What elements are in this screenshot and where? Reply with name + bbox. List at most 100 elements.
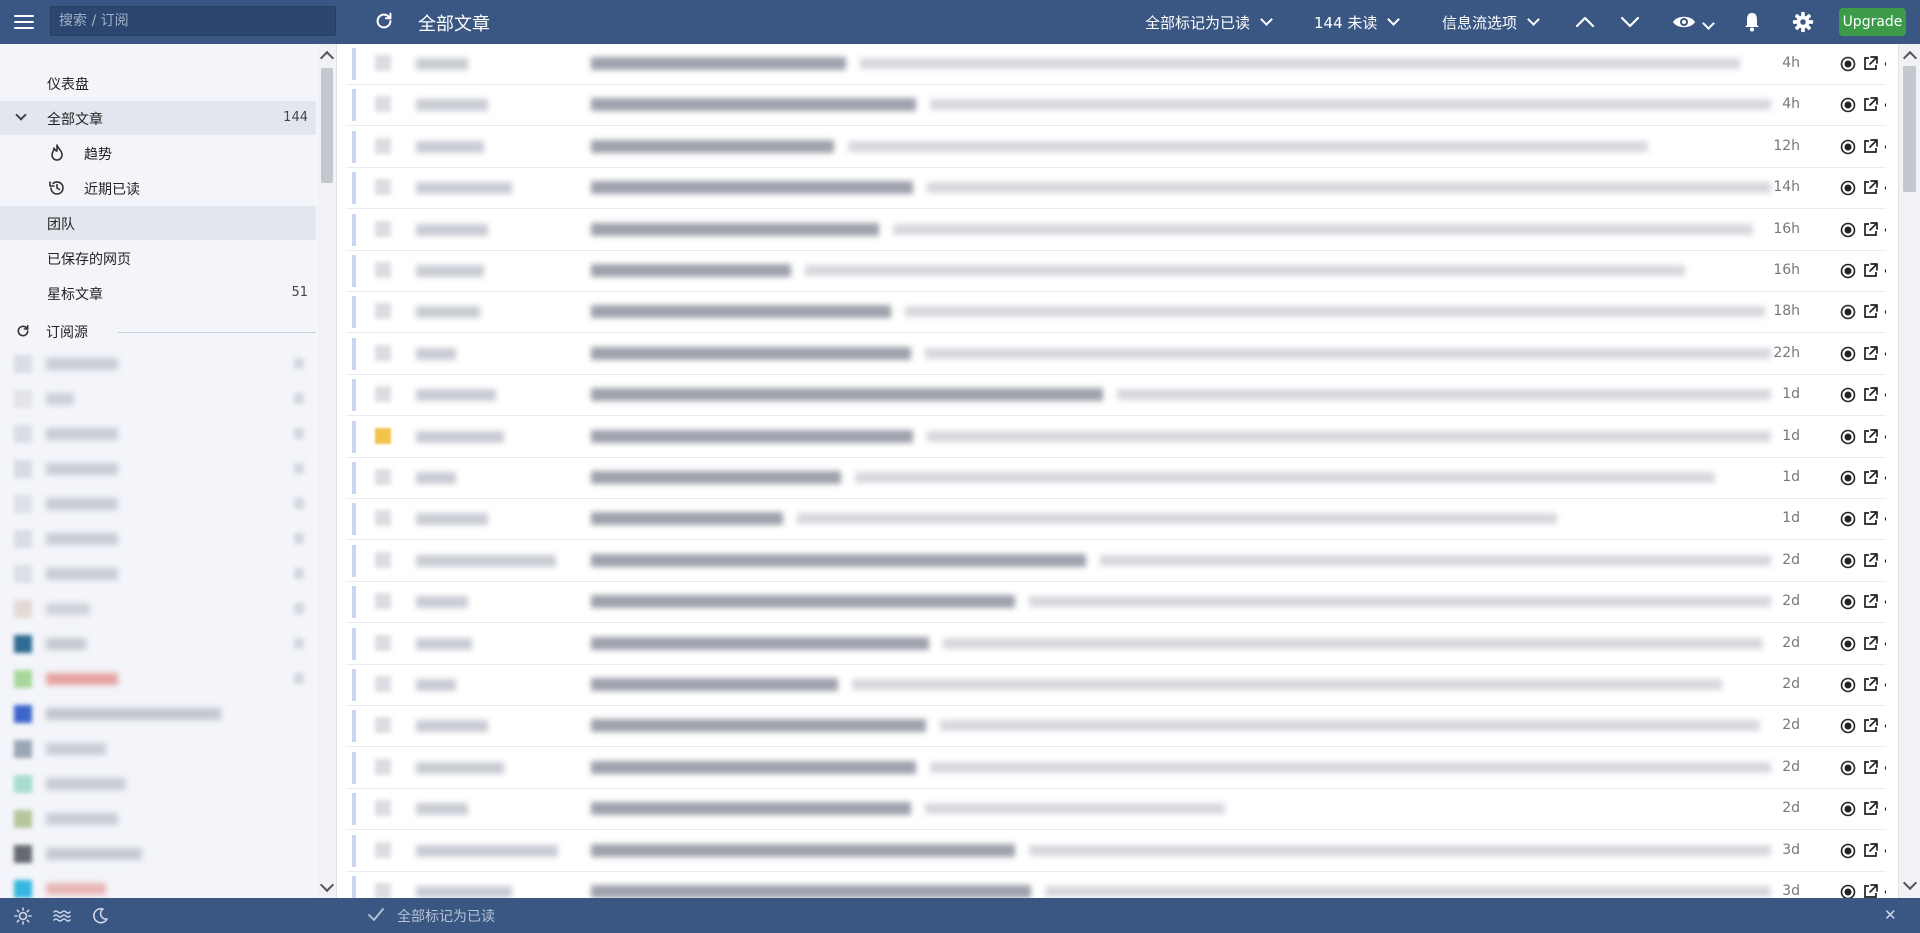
open-external-icon[interactable] — [1862, 635, 1879, 652]
mark-read-icon[interactable] — [1840, 470, 1856, 486]
article-title[interactable] — [591, 636, 929, 650]
close-icon[interactable]: ✕ — [1884, 906, 1897, 924]
open-external-icon[interactable] — [1862, 221, 1879, 238]
article-title[interactable] — [591, 595, 1015, 609]
open-external-icon[interactable] — [1862, 510, 1879, 527]
article-title[interactable] — [591, 388, 1103, 402]
refresh-icon[interactable] — [373, 10, 395, 32]
more-options-icon[interactable] — [1884, 843, 1886, 859]
menu-icon[interactable] — [14, 12, 34, 32]
open-external-icon[interactable] — [1862, 717, 1879, 734]
open-external-icon[interactable] — [1862, 759, 1879, 776]
article-row[interactable]: 2d — [346, 665, 1886, 706]
more-options-icon[interactable] — [1884, 304, 1886, 320]
article-row[interactable]: 14h — [346, 168, 1886, 210]
sidebar-feed-item[interactable] — [0, 486, 316, 521]
article-title[interactable] — [591, 264, 791, 277]
mark-read-icon[interactable] — [1840, 553, 1856, 569]
article-title[interactable] — [591, 181, 913, 195]
sidebar-item-recently-read[interactable]: 近期已读 — [0, 171, 316, 205]
article-row[interactable]: 22h — [346, 333, 1886, 375]
sidebar-feed-item[interactable] — [0, 871, 316, 898]
mark-read-icon[interactable] — [1840, 843, 1856, 859]
article-title[interactable] — [591, 512, 783, 526]
mark-read-icon[interactable] — [1840, 718, 1856, 734]
sidebar-feed-item[interactable] — [0, 416, 316, 451]
article-row[interactable]: 12h — [346, 126, 1886, 168]
sidebar-feed-item[interactable] — [0, 696, 316, 731]
sidebar-item-dashboard[interactable]: 仪表盘 — [0, 66, 316, 100]
more-options-icon[interactable] — [1884, 718, 1886, 734]
upgrade-button[interactable]: Upgrade — [1839, 8, 1906, 36]
refresh-icon[interactable] — [15, 323, 31, 339]
sidebar-scrollbar[interactable] — [318, 44, 337, 898]
article-row[interactable]: 1d — [346, 375, 1886, 417]
open-external-icon[interactable] — [1862, 593, 1879, 610]
open-external-icon[interactable] — [1862, 800, 1879, 817]
article-title[interactable] — [591, 471, 841, 484]
scroll-down-icon[interactable] — [319, 877, 335, 893]
sidebar-feed-item[interactable] — [0, 451, 316, 486]
sidebar-feed-item[interactable] — [0, 521, 316, 556]
mark-read-icon[interactable] — [1840, 139, 1856, 155]
article-row[interactable]: 2d — [346, 706, 1886, 748]
sidebar-item-team[interactable]: 团队 — [0, 206, 316, 240]
mark-read-icon[interactable] — [1840, 56, 1856, 72]
article-title[interactable] — [591, 222, 879, 236]
mark-all-read-button[interactable]: 全部标记为已读 — [397, 906, 495, 926]
mark-all-read-dropdown[interactable]: 全部标记为已读 — [1145, 12, 1273, 33]
open-external-icon[interactable] — [1862, 303, 1879, 320]
article-row[interactable]: 2d — [346, 540, 1886, 582]
more-options-icon[interactable] — [1884, 884, 1886, 898]
article-row[interactable]: 1d — [346, 416, 1886, 458]
mark-read-icon[interactable] — [1840, 97, 1856, 113]
mark-read-icon[interactable] — [1840, 801, 1856, 817]
open-external-icon[interactable] — [1862, 842, 1879, 859]
open-external-icon[interactable] — [1862, 138, 1879, 155]
dark-theme-icon[interactable] — [91, 907, 109, 925]
mark-read-icon[interactable] — [1840, 263, 1856, 279]
mark-read-icon[interactable] — [1840, 594, 1856, 610]
open-external-icon[interactable] — [1862, 345, 1879, 362]
article-title[interactable] — [591, 885, 1031, 898]
open-external-icon[interactable] — [1862, 676, 1879, 693]
scroll-up-icon[interactable] — [319, 50, 335, 66]
scrollbar-thumb[interactable] — [1903, 66, 1916, 192]
open-external-icon[interactable] — [1862, 262, 1879, 279]
article-title[interactable] — [591, 678, 838, 691]
search-input[interactable] — [50, 6, 336, 36]
previous-article-icon[interactable] — [1574, 12, 1596, 32]
article-row[interactable]: 18h — [346, 292, 1886, 334]
mark-read-icon[interactable] — [1840, 429, 1856, 445]
article-list-scrollbar[interactable] — [1898, 44, 1920, 898]
sidebar-feed-item[interactable] — [0, 731, 316, 766]
more-options-icon[interactable] — [1884, 677, 1886, 693]
article-title[interactable] — [591, 760, 916, 774]
open-external-icon[interactable] — [1862, 179, 1879, 196]
sidebar-item-starred[interactable]: 星标文章 51 — [0, 276, 316, 310]
open-external-icon[interactable] — [1862, 55, 1879, 72]
mark-read-icon[interactable] — [1840, 677, 1856, 693]
feed-options-dropdown[interactable]: 信息流选项 — [1442, 12, 1540, 33]
gear-icon[interactable] — [1792, 11, 1814, 33]
article-row[interactable]: 2d — [346, 623, 1886, 665]
article-row[interactable]: 3d — [346, 830, 1886, 872]
open-external-icon[interactable] — [1862, 386, 1879, 403]
open-external-icon[interactable] — [1862, 883, 1879, 898]
more-options-icon[interactable] — [1884, 346, 1886, 362]
sidebar-feed-item[interactable] — [0, 626, 316, 661]
article-row[interactable]: 2d — [346, 747, 1886, 789]
article-title[interactable] — [591, 139, 834, 153]
more-options-icon[interactable] — [1884, 387, 1886, 403]
sidebar-item-trending[interactable]: 趋势 — [0, 136, 316, 170]
article-title[interactable] — [591, 429, 913, 443]
more-options-icon[interactable] — [1884, 222, 1886, 238]
chevron-down-icon[interactable] — [15, 109, 27, 121]
article-title[interactable] — [591, 98, 916, 112]
article-row[interactable]: 4h — [346, 44, 1886, 85]
sidebar-feed-item[interactable] — [0, 661, 316, 696]
mark-read-icon[interactable] — [1840, 636, 1856, 652]
open-external-icon[interactable] — [1862, 428, 1879, 445]
next-article-icon[interactable] — [1619, 12, 1641, 32]
sidebar-feed-item[interactable] — [0, 346, 316, 381]
